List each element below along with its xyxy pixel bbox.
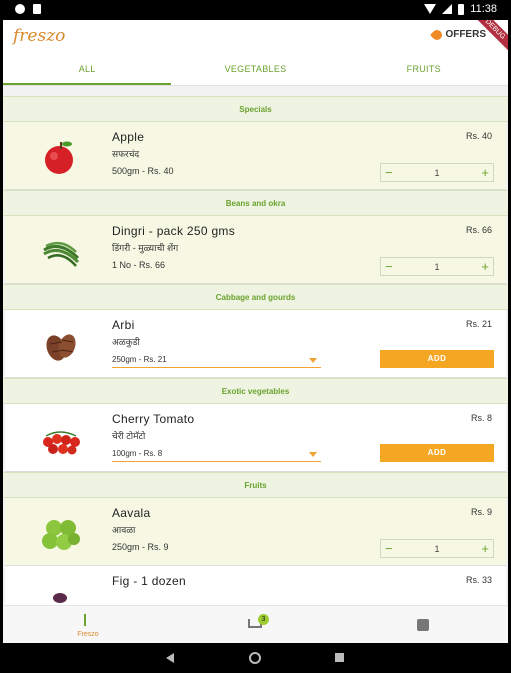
- product-name: Dingri - pack 250 gms: [112, 224, 236, 238]
- quantity-value: 1: [434, 544, 440, 554]
- dropdown-caret-icon: [309, 358, 317, 363]
- sd-card-icon: [33, 4, 41, 14]
- product-card-apple[interactable]: Apple सफरचंद 500gm - Rs. 40 Rs. 40 − 1 +: [5, 122, 506, 190]
- cart-count-badge: 3: [258, 614, 269, 625]
- aavala-image: [42, 520, 80, 550]
- sprout-icon: [84, 614, 92, 626]
- product-variant: 500gm - Rs. 40: [112, 166, 174, 176]
- quantity-stepper: − 1 +: [380, 539, 494, 558]
- product-local-name: चेरी टोमॅटो: [112, 431, 146, 441]
- cherry-tomato-image: [43, 431, 80, 455]
- add-button[interactable]: ADD: [380, 350, 494, 368]
- variant-dropdown[interactable]: 100gm - Rs. 8: [112, 445, 321, 462]
- notification-icon: [15, 4, 25, 14]
- dropdown-caret-icon: [309, 452, 317, 457]
- nav-home-label: Freszo: [77, 631, 99, 638]
- account-icon: [417, 619, 429, 631]
- app-screen: freszo OFFERS DEBUG ALL VEGETABLES FRUIT…: [3, 20, 508, 643]
- increase-button[interactable]: +: [481, 258, 489, 276]
- product-price: Rs. 21: [465, 319, 492, 329]
- tab-all[interactable]: ALL: [3, 54, 172, 85]
- product-local-name: डिंगरी - मुळ्याची शेंग: [112, 243, 179, 253]
- nav-home[interactable]: Freszo: [38, 606, 138, 643]
- android-nav-bar: [0, 643, 511, 673]
- product-list: Specials Apple सफरचंद 500gm - Rs. 40 Rs.…: [3, 96, 508, 634]
- product-price: Rs. 9: [470, 507, 492, 517]
- quantity-stepper: − 1 +: [380, 163, 494, 182]
- home-icon[interactable]: [249, 652, 261, 664]
- product-name: Cherry Tomato: [112, 412, 195, 426]
- product-card-arbi[interactable]: Arbi अळकुडी 250gm - Rs. 21 Rs. 21 ADD: [5, 310, 506, 378]
- quantity-value: 1: [434, 262, 440, 272]
- product-name: Aavala: [112, 506, 151, 520]
- arbi-image: [46, 334, 76, 361]
- product-price: Rs. 8: [470, 413, 492, 423]
- product-variant: 250gm - Rs. 9: [112, 542, 169, 552]
- add-button[interactable]: ADD: [380, 444, 494, 462]
- nav-cart[interactable]: 3: [208, 606, 308, 643]
- dropdown-selected-value: 250gm - Rs. 21: [112, 355, 167, 364]
- offers-button[interactable]: OFFERS: [430, 27, 486, 42]
- offers-label: OFFERS: [445, 29, 486, 40]
- wifi-icon: [424, 4, 437, 14]
- increase-button[interactable]: +: [481, 540, 489, 558]
- recent-apps-icon[interactable]: [335, 653, 344, 662]
- product-card-dingri[interactable]: Dingri - pack 250 gms डिंगरी - मुळ्याची …: [5, 216, 506, 284]
- product-card-cherry-tomato[interactable]: Cherry Tomato चेरी टोमॅटो 100gm - Rs. 8 …: [5, 404, 506, 472]
- status-time: 11:38: [470, 3, 497, 15]
- section-header-beans-and-okra: Beans and okra: [3, 190, 508, 216]
- tab-vegetables[interactable]: VEGETABLES: [171, 54, 339, 85]
- increase-button[interactable]: +: [481, 164, 489, 182]
- product-price: Rs. 33: [465, 575, 492, 585]
- section-header-exotic-vegetables: Exotic vegetables: [3, 378, 508, 404]
- section-header-cabbage-and-gourds: Cabbage and gourds: [3, 284, 508, 310]
- product-name: Fig - 1 dozen: [112, 574, 186, 588]
- battery-icon: [458, 3, 465, 15]
- back-icon[interactable]: [166, 653, 174, 663]
- bottom-navigation: Freszo 3: [3, 605, 508, 643]
- dropdown-selected-value: 100gm - Rs. 8: [112, 449, 163, 458]
- apple-image: [45, 141, 73, 174]
- variant-dropdown[interactable]: 250gm - Rs. 21: [112, 351, 321, 368]
- product-local-name: अळकुडी: [112, 337, 140, 347]
- product-local-name: सफरचंद: [112, 149, 140, 159]
- tag-icon: [430, 27, 445, 42]
- category-tabs: ALL VEGETABLES FRUITS: [3, 54, 508, 86]
- quantity-value: 1: [434, 168, 440, 178]
- device-frame: 11:38 freszo OFFERS DEBUG ALL VEGETABLES…: [0, 0, 511, 673]
- product-name: Arbi: [112, 318, 135, 332]
- tab-fruits[interactable]: FRUITS: [340, 54, 508, 85]
- product-price: Rs. 40: [465, 131, 492, 141]
- product-price: Rs. 66: [465, 225, 492, 235]
- product-local-name: आवळा: [112, 525, 136, 535]
- signal-icon: [442, 4, 453, 14]
- freszo-logo: freszo: [13, 26, 66, 46]
- section-header-specials: Specials: [3, 96, 508, 122]
- nav-account[interactable]: [373, 606, 473, 643]
- product-variant: 1 No - Rs. 66: [112, 260, 166, 270]
- product-card-aavala[interactable]: Aavala आवळा 250gm - Rs. 9 Rs. 9 − 1 +: [5, 498, 506, 566]
- dingri-image: [43, 241, 80, 267]
- app-header: freszo OFFERS DEBUG: [3, 20, 508, 59]
- section-header-fruits: Fruits: [3, 472, 508, 498]
- product-name: Apple: [112, 130, 145, 144]
- quantity-stepper: − 1 +: [380, 257, 494, 276]
- status-bar: 11:38: [0, 0, 511, 20]
